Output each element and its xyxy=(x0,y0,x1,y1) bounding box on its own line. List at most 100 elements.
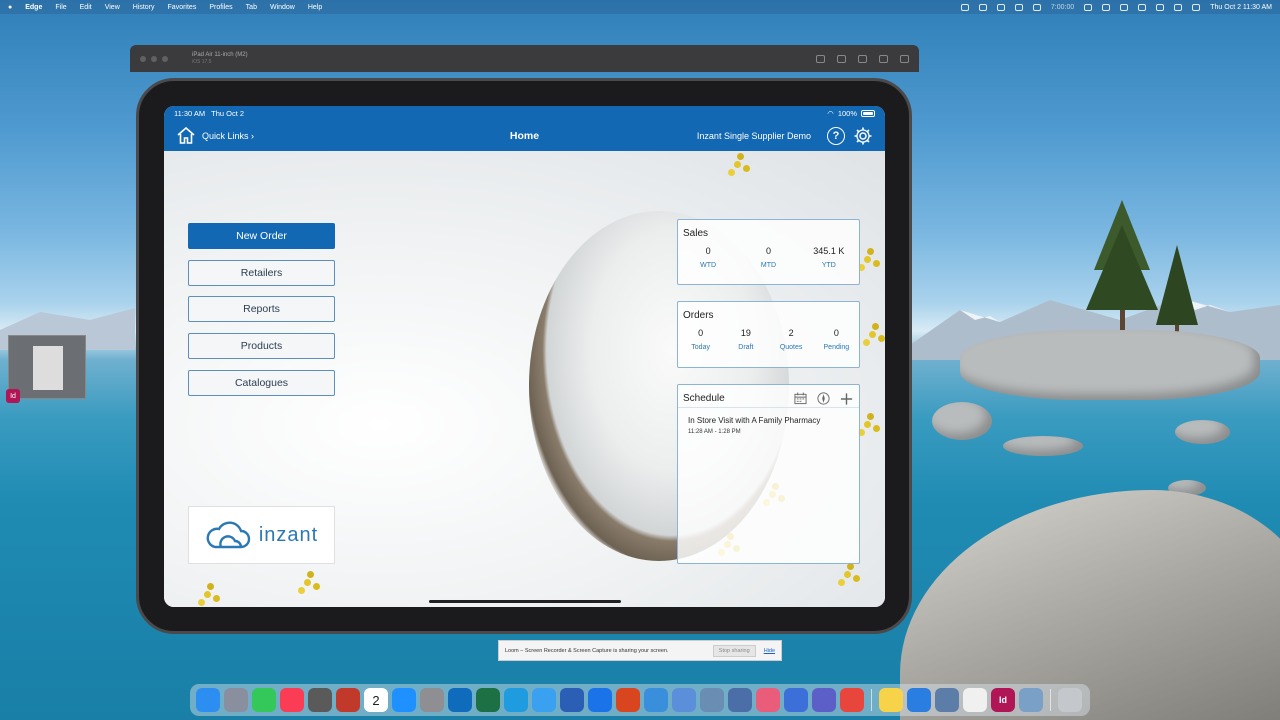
menu-edit[interactable]: Edit xyxy=(80,4,92,11)
menu-favorites[interactable]: Favorites xyxy=(168,4,197,11)
gear-icon[interactable] xyxy=(853,126,873,146)
calendar-icon[interactable] xyxy=(794,392,807,405)
files-icon[interactable] xyxy=(644,688,668,712)
home-button-icon[interactable] xyxy=(816,54,825,63)
safari-icon[interactable] xyxy=(532,688,556,712)
status-icon[interactable] xyxy=(960,3,969,11)
menu-tab[interactable]: Tab xyxy=(246,4,257,11)
menu-history[interactable]: History xyxy=(133,4,155,11)
retailers-button[interactable]: Retailers xyxy=(188,260,335,286)
screenshot-icon[interactable] xyxy=(837,54,846,63)
reports-button[interactable]: Reports xyxy=(188,296,335,322)
activity-icon[interactable] xyxy=(1019,688,1043,712)
textedit-icon[interactable] xyxy=(963,688,987,712)
messages-icon[interactable] xyxy=(252,688,276,712)
quick-links-button[interactable]: Quick Links › xyxy=(202,131,254,141)
menu-help[interactable]: Help xyxy=(308,4,322,11)
loom-status-icon[interactable] xyxy=(996,3,1005,11)
status-icon[interactable] xyxy=(978,3,987,11)
finder-icon[interactable] xyxy=(196,688,220,712)
schedule-event[interactable]: In Store Visit with A Family Pharmacy 11… xyxy=(678,407,859,443)
home-icon[interactable] xyxy=(176,126,196,146)
search-icon[interactable] xyxy=(1156,3,1165,11)
finder-2-icon[interactable] xyxy=(935,688,959,712)
photo-booth-icon[interactable] xyxy=(336,688,360,712)
compass-icon[interactable] xyxy=(817,392,830,405)
keynote-icon[interactable] xyxy=(907,688,931,712)
close-window-button[interactable] xyxy=(140,55,146,62)
status-icon[interactable] xyxy=(1032,3,1041,11)
menu-file[interactable]: File xyxy=(55,4,66,11)
wifi-icon: ◠ xyxy=(827,108,834,118)
notes-icon[interactable] xyxy=(879,688,903,712)
launchpad-icon[interactable] xyxy=(224,688,248,712)
sales-stat[interactable]: 345.1 K YTD xyxy=(806,246,851,269)
sales-stat[interactable]: 0 MTD xyxy=(746,246,791,269)
orders-value: 0 xyxy=(698,328,704,338)
siri-icon[interactable] xyxy=(1192,3,1201,11)
help-icon[interactable]: ? xyxy=(827,126,845,145)
sales-stat[interactable]: 0 WTD xyxy=(686,246,731,269)
feedback-icon[interactable] xyxy=(756,688,780,712)
event-time: 11:28 AM - 1:28 PM xyxy=(688,429,741,435)
menu-window[interactable]: Window xyxy=(270,4,295,11)
orders-stat[interactable]: 19 Draft xyxy=(723,328,768,351)
volume-icon[interactable] xyxy=(1120,3,1129,11)
orders-stat[interactable]: 2 Quotes xyxy=(769,328,814,351)
wifi-icon[interactable] xyxy=(1138,3,1147,11)
teams-grid-icon[interactable] xyxy=(588,688,612,712)
home-indicator[interactable] xyxy=(429,600,621,603)
excel-icon[interactable] xyxy=(476,688,500,712)
catalogues-button[interactable]: Catalogues xyxy=(188,370,335,396)
status-icon[interactable] xyxy=(1014,3,1023,11)
menu-profiles[interactable]: Profiles xyxy=(209,4,232,11)
menu-clock[interactable]: Thu Oct 2 11:30 AM xyxy=(1210,4,1272,11)
sales-card[interactable]: Sales 0 WTD 0 MTD 345.1 K YTD xyxy=(677,219,860,285)
system-settings-icon[interactable] xyxy=(420,688,444,712)
rotate-icon[interactable] xyxy=(858,54,867,63)
device-icon[interactable] xyxy=(900,54,909,63)
preview-icon[interactable] xyxy=(728,688,752,712)
teams-icon[interactable] xyxy=(812,688,836,712)
menu-app-name[interactable]: Edge xyxy=(25,4,42,11)
apple-icon[interactable]: ● xyxy=(8,4,12,11)
outlook-icon[interactable] xyxy=(448,688,472,712)
music-icon[interactable] xyxy=(280,688,304,712)
orders-stat[interactable]: 0 Pending xyxy=(814,328,859,351)
zoom-window-button[interactable] xyxy=(162,55,168,62)
status-timer[interactable]: 7:00:00 xyxy=(1051,4,1074,11)
orders-card[interactable]: Orders 0 Today 19 Draft 2 Quotes 0 Pendi… xyxy=(677,301,860,368)
notes-app-icon[interactable] xyxy=(784,688,808,712)
word-icon[interactable] xyxy=(560,688,584,712)
settings-icon[interactable] xyxy=(879,54,888,63)
new-order-button[interactable]: New Order xyxy=(188,223,335,249)
minimize-window-button[interactable] xyxy=(151,55,157,62)
calculator-icon[interactable] xyxy=(308,688,332,712)
hide-button[interactable]: Hide xyxy=(764,648,775,654)
chrome-icon[interactable] xyxy=(840,688,864,712)
simulator-icon[interactable] xyxy=(672,688,696,712)
app-store-icon[interactable] xyxy=(392,688,416,712)
schedule-card[interactable]: Schedule In Store Visit with A Family Ph… xyxy=(677,384,860,564)
dock-separator xyxy=(1050,689,1051,711)
schedule-card-title: Schedule xyxy=(683,393,725,404)
indesign-icon[interactable]: Id xyxy=(991,688,1015,712)
status-icon[interactable] xyxy=(1102,3,1111,11)
products-button[interactable]: Products xyxy=(188,333,335,359)
add-event-icon[interactable] xyxy=(840,392,853,405)
control-center-icon[interactable] xyxy=(1174,3,1183,11)
simulator-title-bar[interactable]: iPad Air 11-inch (M2) iOS 17.5 xyxy=(130,45,919,72)
inzant-logo: inzant xyxy=(188,506,335,564)
loom-icon[interactable] xyxy=(700,688,724,712)
organization-name[interactable]: Inzant Single Supplier Demo xyxy=(697,131,811,141)
desktop-window-thumbnail[interactable] xyxy=(8,335,86,399)
sales-value: 345.1 K xyxy=(813,246,845,256)
menu-view[interactable]: View xyxy=(105,4,120,11)
orders-stat[interactable]: 0 Today xyxy=(678,328,723,351)
trash-icon[interactable] xyxy=(1058,688,1082,712)
edge-icon[interactable] xyxy=(504,688,528,712)
calendar-icon[interactable]: 2 xyxy=(364,688,388,712)
stop-sharing-button[interactable]: Stop sharing xyxy=(712,644,756,657)
remote-desktop-icon[interactable] xyxy=(616,688,640,712)
status-icon[interactable] xyxy=(1084,3,1093,11)
